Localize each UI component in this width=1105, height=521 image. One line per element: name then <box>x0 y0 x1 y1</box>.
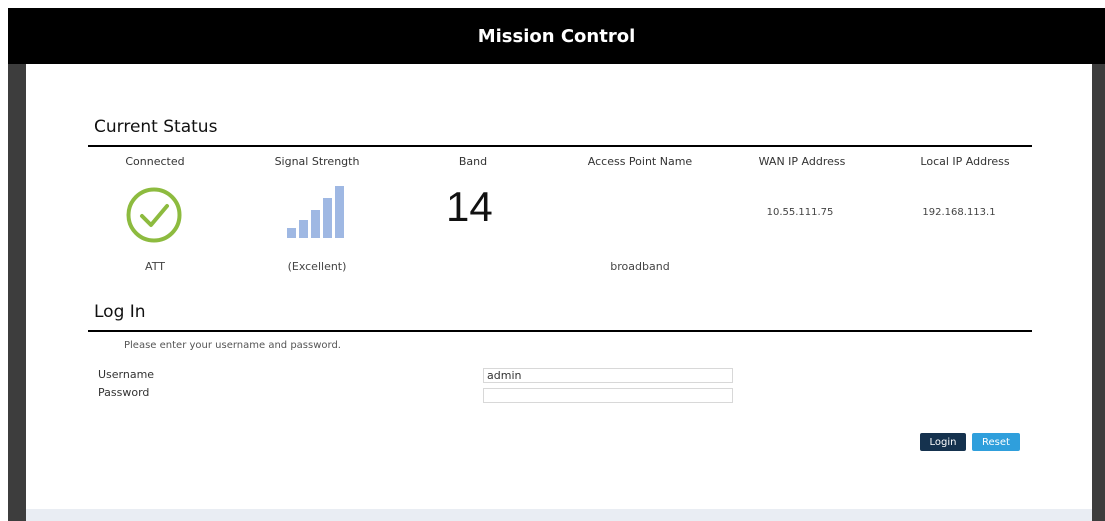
login-hint: Please enter your username and password. <box>124 340 341 351</box>
signal-strength-header: Signal Strength <box>274 155 360 168</box>
wan-ip-header: WAN IP Address <box>758 155 846 168</box>
footer-strip <box>26 509 1092 521</box>
signal-bar-5 <box>335 186 344 238</box>
username-input[interactable] <box>483 368 733 383</box>
router-admin-page: Mission Control Current Status Connected… <box>0 0 1105 521</box>
window-border-right <box>1092 8 1105 521</box>
reset-button[interactable]: Reset <box>972 433 1020 451</box>
window-border-left <box>8 8 26 521</box>
carrier-name: ATT <box>145 260 165 273</box>
login-heading: Log In <box>94 302 146 322</box>
login-button[interactable]: Login <box>920 433 966 451</box>
password-input[interactable] <box>483 388 733 403</box>
page-title: Mission Control <box>477 25 636 47</box>
current-status-heading: Current Status <box>94 117 218 137</box>
page-header: Mission Control <box>8 8 1105 64</box>
password-label: Password <box>98 386 150 399</box>
local-ip-value: 192.168.113.1 <box>922 207 996 218</box>
signal-quality: (Excellent) <box>287 260 347 273</box>
wan-ip-value: 10.55.111.75 <box>766 207 834 218</box>
signal-bars-icon <box>287 186 344 238</box>
status-divider <box>88 145 1032 147</box>
connected-header: Connected <box>125 155 185 168</box>
band-header: Band <box>458 155 488 168</box>
band-value: 14 <box>446 183 493 230</box>
signal-bar-3 <box>311 210 320 238</box>
local-ip-header: Local IP Address <box>920 155 1010 168</box>
apn-value: broadband <box>610 260 670 273</box>
username-label: Username <box>98 368 155 381</box>
signal-bar-1 <box>287 228 296 238</box>
login-divider <box>88 330 1032 332</box>
check-circle-icon <box>126 187 182 243</box>
apn-header: Access Point Name <box>587 155 693 168</box>
signal-bar-4 <box>323 198 332 238</box>
signal-bar-2 <box>299 220 308 238</box>
